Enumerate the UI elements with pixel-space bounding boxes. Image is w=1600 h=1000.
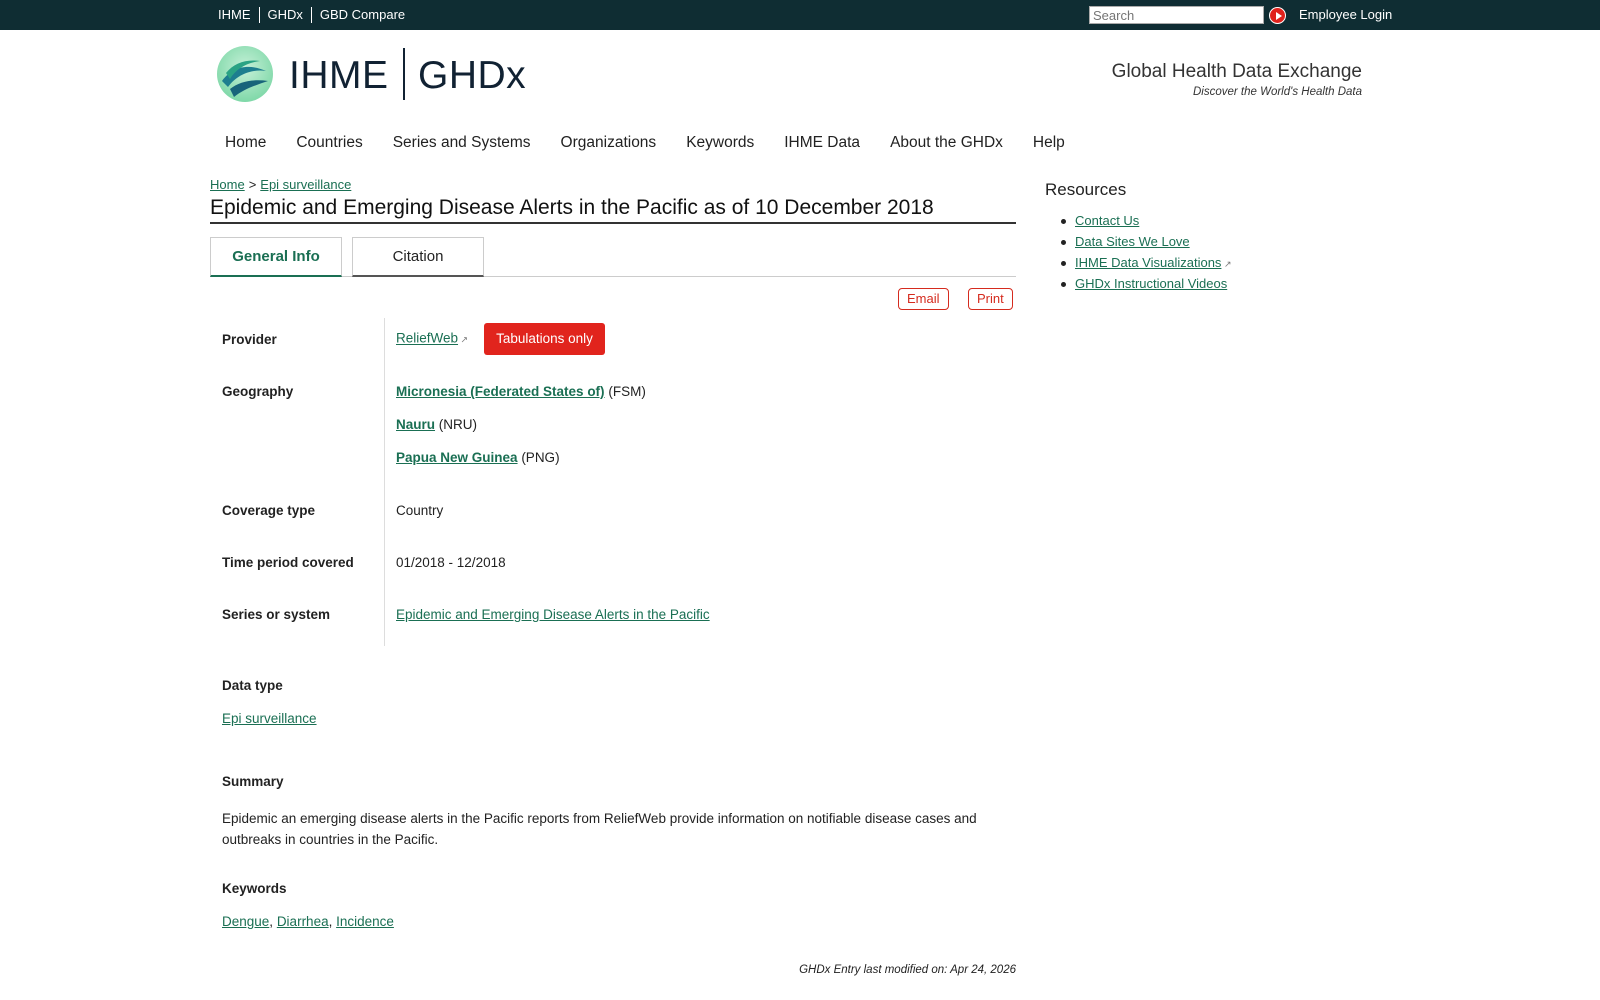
time-period-value: 01/2018 - 12/2018 <box>396 555 506 570</box>
nav-item-ihme-data[interactable]: IHME Data <box>784 134 860 152</box>
external-link-icon: ↗ <box>458 334 469 345</box>
keywords-list: Dengue, Diarrhea, Incidence <box>222 914 394 929</box>
data-type-link[interactable]: Epi surveillance <box>222 711 317 726</box>
nav-item-organizations[interactable]: Organizations <box>561 134 657 152</box>
resources-list: Contact Us Data Sites We Love IHME Data … <box>1045 214 1231 298</box>
search-submit-icon[interactable] <box>1269 7 1286 24</box>
resource-contact-us[interactable]: Contact Us <box>1075 213 1139 228</box>
list-item: GHDx Instructional Videos <box>1045 277 1231 291</box>
nav-item-series-and-systems[interactable]: Series and Systems <box>393 134 531 152</box>
coverage-type-value: Country <box>396 503 444 518</box>
provider-label: Provider <box>222 332 277 347</box>
series-value: Epidemic and Emerging Disease Alerts in … <box>396 607 710 622</box>
nav-item-countries[interactable]: Countries <box>296 134 362 152</box>
top-bar: IHME GHDx GBD Compare Employee Login <box>0 0 1600 30</box>
tab-general-info[interactable]: General Info <box>210 237 342 277</box>
ihme-logo-icon[interactable] <box>216 45 274 103</box>
site-tagline: Global Health Data Exchange <box>1111 61 1362 82</box>
breadcrumb-epi-surveillance[interactable]: Epi surveillance <box>260 177 351 192</box>
geography-link[interactable]: Nauru <box>396 417 435 432</box>
breadcrumb-separator: > <box>248 177 257 192</box>
logo-ghdx-text[interactable]: GHDx <box>418 54 526 98</box>
resources-heading: Resources <box>1045 180 1127 199</box>
main-nav: Home Countries Series and Systems Organi… <box>225 134 1095 152</box>
data-type-heading: Data type <box>222 678 283 693</box>
search-input[interactable] <box>1089 6 1264 24</box>
tab-bar: General Info Citation <box>210 237 1016 277</box>
top-link-ihme[interactable]: IHME <box>212 7 259 23</box>
nav-item-keywords[interactable]: Keywords <box>686 134 754 152</box>
coverage-type-label: Coverage type <box>222 503 316 518</box>
email-button[interactable]: Email <box>898 288 949 310</box>
geography-item: Nauru (NRU) <box>396 417 478 432</box>
tab-citation[interactable]: Citation <box>352 237 484 277</box>
nav-item-home[interactable]: Home <box>225 134 266 152</box>
series-link[interactable]: Epidemic and Emerging Disease Alerts in … <box>396 607 710 622</box>
page-title: Epidemic and Emerging Disease Alerts in … <box>210 196 1016 224</box>
geography-link[interactable]: Papua New Guinea <box>396 450 518 465</box>
top-links: IHME GHDx GBD Compare <box>212 7 413 23</box>
keyword-link[interactable]: Dengue <box>222 914 269 929</box>
external-link-icon: ↗ <box>1221 259 1232 269</box>
site-subtagline: Discover the World's Health Data <box>1192 86 1362 98</box>
data-type-value: Epi surveillance <box>222 711 317 726</box>
geography-label: Geography <box>222 384 294 399</box>
divider <box>384 318 385 646</box>
print-button[interactable]: Print <box>968 288 1013 310</box>
logo-ihme-text[interactable]: IHME <box>289 54 389 98</box>
summary-heading: Summary <box>222 774 284 789</box>
series-label: Series or system <box>222 607 331 622</box>
top-link-gbd-compare[interactable]: GBD Compare <box>312 7 413 23</box>
provider-link[interactable]: ReliefWeb <box>396 331 458 346</box>
employee-login-link[interactable]: Employee Login <box>1299 7 1392 22</box>
breadcrumb: Home > Epi surveillance <box>210 177 351 192</box>
resource-data-sites[interactable]: Data Sites We Love <box>1075 234 1190 249</box>
geography-link[interactable]: Micronesia (Federated States of) <box>396 384 605 399</box>
provider-value: ReliefWeb ↗ Tabulations only <box>396 323 605 355</box>
keyword-link[interactable]: Incidence <box>336 914 394 929</box>
tabulations-badge: Tabulations only <box>484 323 605 355</box>
resource-instructional-videos[interactable]: GHDx Instructional Videos <box>1075 276 1227 291</box>
list-item: Data Sites We Love <box>1045 235 1231 249</box>
list-item: Contact Us <box>1045 214 1231 228</box>
resource-ihme-visualizations[interactable]: IHME Data Visualizations <box>1075 255 1221 270</box>
time-period-label: Time period covered <box>222 555 354 570</box>
nav-item-about[interactable]: About the GHDx <box>890 134 1003 152</box>
logo-divider <box>403 48 405 100</box>
geography-item: Papua New Guinea (PNG) <box>396 450 560 465</box>
summary-text: Epidemic an emerging disease alerts in t… <box>222 811 977 847</box>
keyword-link[interactable]: Diarrhea <box>277 914 329 929</box>
last-modified: GHDx Entry last modified on: Apr 24, 202… <box>799 964 1016 976</box>
breadcrumb-home[interactable]: Home <box>210 177 245 192</box>
list-item: IHME Data Visualizations ↗ <box>1045 256 1231 270</box>
nav-item-help[interactable]: Help <box>1033 134 1065 152</box>
keywords-heading: Keywords <box>222 881 287 896</box>
geography-item: Micronesia (Federated States of) (FSM) <box>396 384 646 399</box>
top-link-ghdx[interactable]: GHDx <box>260 7 311 23</box>
